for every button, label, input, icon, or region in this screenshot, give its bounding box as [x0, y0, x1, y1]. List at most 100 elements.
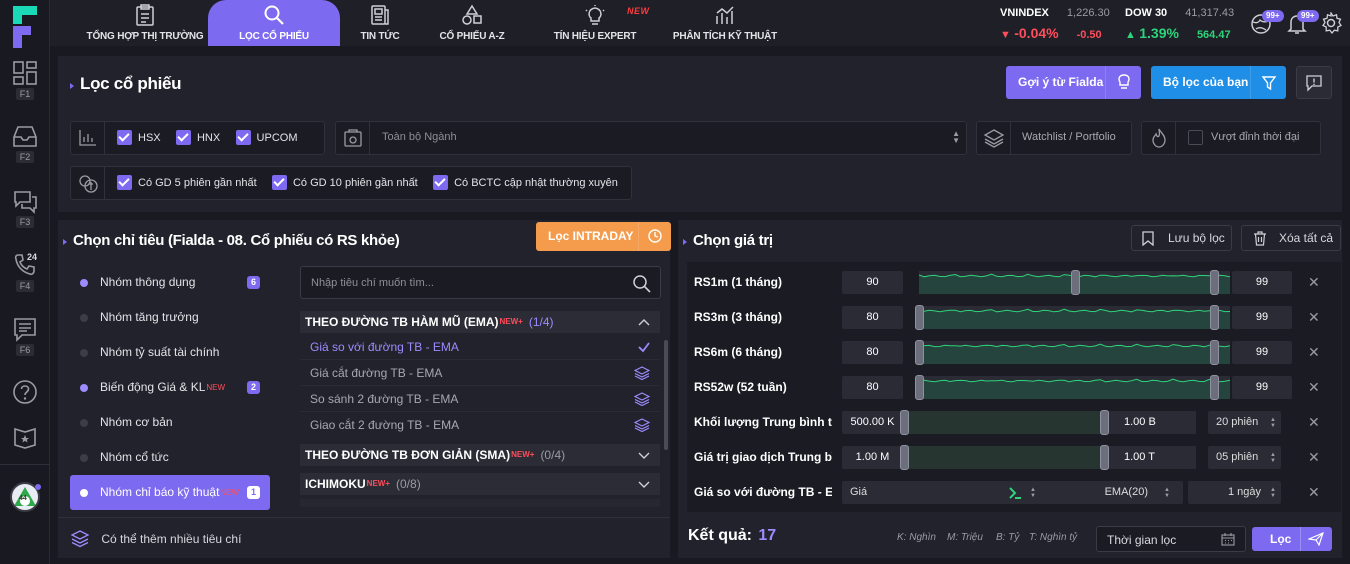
all-time-high-checkbox[interactable]	[1188, 130, 1203, 145]
sidebar-help[interactable]	[0, 379, 50, 405]
run-filter-button[interactable]: Lọc	[1252, 527, 1332, 551]
ema-period-select[interactable]: EMA(20)	[1043, 481, 1183, 504]
tab-technical-analysis[interactable]: PHÂN TÍCH KỸ THUẬT	[670, 0, 780, 46]
vnindex-ticker[interactable]: VNINDEX 1,226.30 ▼ -0.04% -0.50	[1000, 5, 1110, 41]
checkbox-label: Có BCTC cập nhật thường xuyên	[454, 176, 618, 189]
section-sma[interactable]: THEO ĐƯỜNG TB ĐƠN GIẢN (SMA)NEW+ (0/4)	[300, 444, 660, 466]
min-value-input[interactable]: 90	[842, 271, 903, 294]
max-value-input[interactable]: 99	[1232, 376, 1292, 399]
time-placeholder: Thời gian lọc	[1107, 533, 1177, 547]
max-value-input[interactable]: 99	[1232, 306, 1292, 329]
watchlist-select[interactable]: Watchlist / Portfolio	[976, 121, 1132, 155]
slider-min-handle[interactable]	[915, 375, 924, 400]
sidebar-chat[interactable]: F3	[0, 188, 50, 228]
slider-min-handle[interactable]	[900, 445, 909, 470]
fialda-logo[interactable]	[13, 6, 37, 48]
my-filter-button[interactable]: Bộ lọc của bạn	[1151, 66, 1286, 99]
button-label: Xóa tất cả	[1279, 231, 1334, 245]
clear-all-button[interactable]: Xóa tất cả	[1241, 225, 1341, 251]
group-price-volume[interactable]: Biến động Giá & KLNEW 2	[70, 370, 270, 405]
traded-10-sessions-checkbox[interactable]	[271, 175, 287, 191]
slider-min-handle[interactable]	[900, 410, 909, 435]
tab-news[interactable]: TIN TỨC	[340, 0, 420, 46]
remove-row-icon[interactable]: ✕	[1308, 485, 1320, 499]
remove-row-icon[interactable]: ✕	[1308, 345, 1320, 359]
sidebar-inbox[interactable]: F2	[0, 123, 50, 163]
slider-max-handle[interactable]	[1210, 340, 1220, 365]
slider-max-handle[interactable]	[1100, 445, 1109, 470]
remove-row-icon[interactable]: ✕	[1308, 275, 1320, 289]
min-value-input[interactable]: 1.00 M	[842, 446, 903, 469]
dow30-ticker[interactable]: DOW 30 41,317.43 ▲ 1.39% 564.47	[1125, 5, 1245, 41]
group-fundamental[interactable]: Nhóm cơ bản	[70, 405, 270, 440]
min-value-input[interactable]: 80	[842, 376, 903, 399]
range-slider[interactable]: 1.00 T	[900, 445, 1196, 470]
criterion-compare-two-ema[interactable]: So sánh 2 đường TB - EMA	[300, 386, 660, 412]
tab-expert-signals[interactable]: NEW TÍN HIỆU EXPERT	[545, 0, 649, 46]
save-filter-button[interactable]: Lưu bộ lọc	[1131, 225, 1232, 251]
hsx-checkbox[interactable]	[117, 130, 132, 146]
remove-row-icon[interactable]: ✕	[1308, 310, 1320, 324]
group-technical-indicators[interactable]: Nhóm chỉ báo kỹ thuậtNEW 1	[70, 475, 270, 510]
book-star-icon	[14, 427, 36, 449]
group-common[interactable]: Nhóm thông dụng 6	[70, 265, 270, 300]
regular-financial-report-checkbox[interactable]	[433, 175, 449, 191]
slider-min-handle[interactable]	[1070, 270, 1080, 295]
intraday-filter-button[interactable]: Lọc INTRADAY	[536, 222, 671, 251]
upcom-checkbox[interactable]	[235, 130, 251, 146]
industry-select[interactable]: Toàn bộ Ngành ▲ ▼	[335, 121, 967, 155]
criteria-search[interactable]: Nhập tiêu chí muốn tìm...	[300, 266, 661, 299]
sidebar-messages[interactable]: F6	[0, 316, 50, 356]
min-value-input[interactable]: 80	[842, 341, 903, 364]
traded-5-sessions-checkbox[interactable]	[117, 175, 132, 191]
filter-time-input[interactable]: Thời gian lọc	[1096, 526, 1246, 552]
criterion-price-cross-ema[interactable]: Giá cắt đường TB - EMA	[300, 360, 660, 386]
row-label: Khối lượng Trung bình t...	[694, 415, 832, 429]
range-slider[interactable]: 1.00 B	[900, 410, 1196, 435]
range-slider[interactable]	[915, 375, 1230, 400]
remove-row-icon[interactable]: ✕	[1308, 415, 1320, 429]
slider-min-handle[interactable]	[915, 305, 924, 330]
tab-market-overview[interactable]: TỔNG HỢP THỊ TRƯỜNG	[85, 0, 205, 46]
sidebar-phone[interactable]: 24 F4	[0, 252, 50, 292]
tab-stocks-az[interactable]: CỔ PHIẾU A-Z	[422, 0, 522, 46]
bulb-icon	[585, 5, 605, 25]
slider-max-handle[interactable]	[1100, 410, 1109, 435]
criterion-two-ema-cross[interactable]: Giao cắt 2 đường TB - EMA	[300, 412, 660, 438]
left-sidebar: F1 F2 F3 24 F4 F6 44	[0, 0, 50, 564]
values-card: Chọn giá trị Lưu bộ lọc Xóa tất cả RS1m …	[678, 220, 1342, 558]
calendar-icon	[1221, 533, 1235, 546]
sidebar-dashboard[interactable]: F1	[0, 60, 50, 100]
criterion-price-vs-ema[interactable]: Giá so với đường TB - EMA	[300, 334, 660, 360]
trading-conditions-filter: Có GD 5 phiên gần nhất Có GD 10 phiên gầ…	[70, 166, 632, 200]
sidebar-guide[interactable]	[0, 424, 50, 450]
slider-max-handle[interactable]	[1210, 270, 1220, 295]
min-value-input[interactable]: 500.00 K	[842, 411, 903, 434]
group-growth[interactable]: Nhóm tăng trưởng	[70, 300, 270, 335]
unit-legend: B: Tỷ	[996, 532, 1020, 543]
settings-button[interactable]	[1320, 10, 1342, 37]
min-value-input[interactable]: 80	[842, 306, 903, 329]
group-dividend[interactable]: Nhóm cổ tức	[70, 440, 270, 475]
value-row: RS3m (3 tháng) 80 99 ✕	[678, 300, 1333, 335]
slider-max-handle[interactable]	[1210, 375, 1220, 400]
criteria-scrollbar[interactable]	[664, 340, 668, 450]
max-value-input[interactable]: 99	[1232, 271, 1292, 294]
section-ema[interactable]: THEO ĐƯỜNG TB HÀM MŨ (EMA)NEW+ (1/4)	[300, 311, 660, 333]
hnx-checkbox[interactable]	[175, 130, 191, 146]
tab-stock-filter[interactable]: LỌC CỔ PHIẾU	[208, 0, 340, 46]
slider-max-handle[interactable]	[1210, 305, 1220, 330]
remove-row-icon[interactable]: ✕	[1308, 380, 1320, 394]
section-ichimoku[interactable]: ICHIMOKUNEW+ (0/8)	[300, 473, 660, 495]
slider-min-handle[interactable]	[915, 340, 924, 365]
range-slider[interactable]	[915, 305, 1230, 330]
unit-legend: T: Nghìn tỷ	[1029, 532, 1078, 543]
group-financial-ratios[interactable]: Nhóm tỷ suất tài chính	[70, 335, 270, 370]
fialda-suggest-button[interactable]: Gợi ý từ Fialda	[1006, 66, 1141, 99]
range-slider[interactable]	[915, 340, 1230, 365]
days-select[interactable]: 1 ngày	[1188, 481, 1281, 504]
range-slider[interactable]	[919, 270, 1230, 295]
remove-row-icon[interactable]: ✕	[1308, 450, 1320, 464]
feedback-button[interactable]	[1296, 66, 1332, 99]
max-value-input[interactable]: 99	[1232, 341, 1292, 364]
